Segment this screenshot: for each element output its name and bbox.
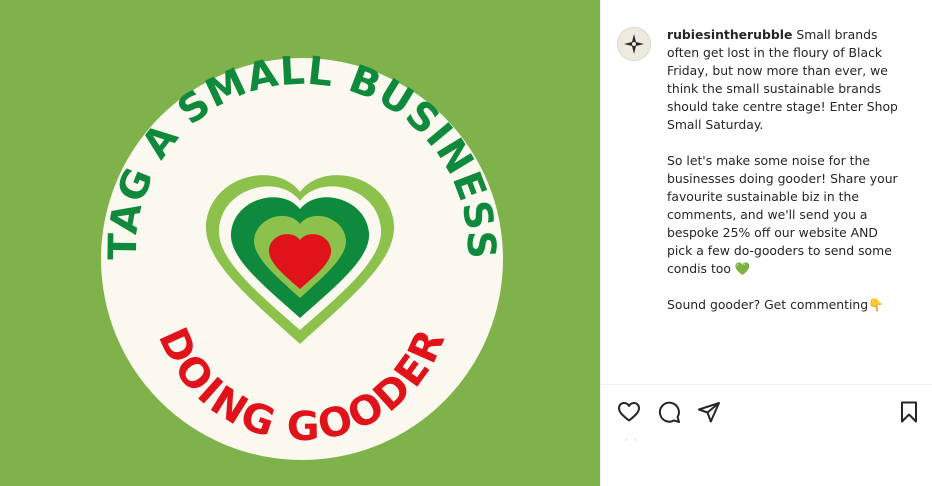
avatar[interactable] — [617, 27, 651, 61]
caption-row: rubiesintherubble Small brands often get… — [617, 26, 917, 314]
like-button[interactable] — [617, 400, 641, 424]
bookmark-icon — [901, 401, 917, 423]
star-logo-icon — [624, 34, 644, 54]
post-graphic: TAG A SMALL BUSINESS DOING GOODER — [101, 49, 503, 460]
pointing-down-emoji: 👇 — [868, 297, 884, 312]
green-heart-emoji: 💚 — [734, 261, 751, 276]
share-button[interactable] — [697, 400, 721, 424]
post-image[interactable]: TAG A SMALL BUSINESS DOING GOODER — [0, 0, 600, 486]
heart-icon — [618, 402, 640, 422]
caption-paragraph-2: So let's make some noise for the busines… — [667, 153, 898, 276]
divider-dots — [625, 438, 649, 442]
action-bar — [601, 384, 932, 434]
comment-icon — [658, 401, 680, 423]
caption: rubiesintherubble Small brands often get… — [667, 26, 905, 314]
send-icon — [698, 402, 720, 423]
save-button[interactable] — [897, 400, 921, 424]
comment-button[interactable] — [657, 400, 681, 424]
post-sidebar: rubiesintherubble Small brands often get… — [600, 0, 932, 486]
username-link[interactable]: rubiesintherubble — [667, 27, 792, 42]
caption-first-line: Small brands often get lost in the flour… — [667, 27, 898, 132]
caption-paragraph-3: Sound gooder? Get commenting — [667, 297, 869, 312]
